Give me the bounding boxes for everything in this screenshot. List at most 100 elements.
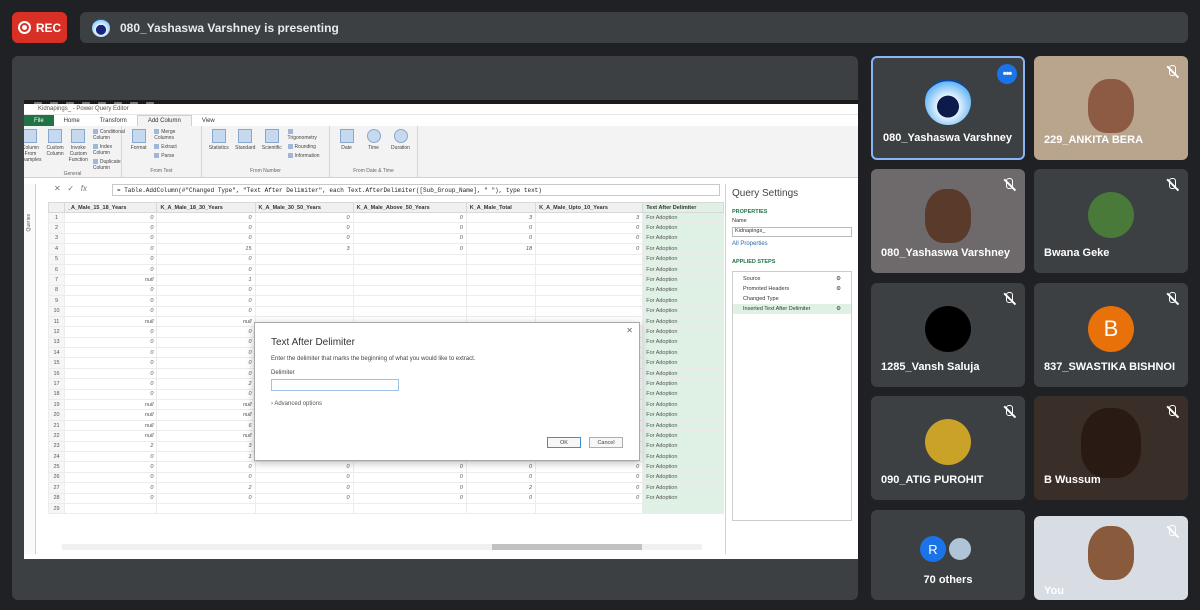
table-cell[interactable]: 0	[63, 347, 158, 359]
table-cell[interactable]: 0	[63, 378, 158, 390]
table-cell[interactable]: For Adoption	[642, 388, 724, 401]
table-cell[interactable]: 0	[156, 347, 256, 359]
table-cell[interactable]: 0	[156, 222, 256, 234]
step-item[interactable]: Changed Type	[733, 294, 851, 304]
row-number[interactable]: 9	[48, 295, 65, 307]
table-cell[interactable]	[465, 274, 537, 286]
table-row[interactable]: 10 0 0 For Adoption	[48, 305, 724, 317]
column-header[interactable]: K_A_Male_Total	[465, 202, 537, 213]
table-cell[interactable]	[465, 295, 537, 307]
table-row[interactable]: 7 null 1 For Adoption	[48, 274, 724, 286]
table-row[interactable]: 8 0 0 For Adoption	[48, 284, 724, 297]
row-number[interactable]: 21	[48, 419, 65, 432]
delimiter-input[interactable]	[271, 379, 399, 391]
table-cell[interactable]: 0	[156, 295, 256, 307]
table-cell[interactable]	[254, 502, 354, 515]
gear-icon[interactable]: ⚙	[836, 276, 841, 282]
table-cell[interactable]: 0	[535, 243, 644, 255]
table-cell[interactable]: 2	[465, 482, 537, 494]
column-header[interactable]: Text After Delimiter	[642, 202, 724, 213]
table-cell[interactable]: null	[156, 315, 256, 328]
check-icon[interactable]: ✓	[67, 184, 74, 193]
table-cell[interactable]: 0	[63, 222, 158, 234]
table-cell[interactable]: null	[156, 430, 256, 442]
advanced-options-toggle[interactable]: › Advanced options	[271, 401, 623, 407]
table-cell[interactable]: 0	[156, 336, 256, 349]
table-cell[interactable]: For Adoption	[642, 284, 724, 297]
table-cell[interactable]	[465, 263, 537, 276]
column-header[interactable]: _A_Male_15_18_Years	[63, 202, 158, 213]
table-row[interactable]: 4 0 15 3 0 18 0 For Adoption	[48, 243, 724, 255]
cancel-button[interactable]: Cancel	[589, 437, 623, 448]
table-cell[interactable]: 0	[352, 222, 467, 234]
table-cell[interactable]	[535, 305, 644, 317]
table-row[interactable]: 2 0 0 0 0 0 0 For Adoption	[48, 222, 724, 234]
table-cell[interactable]	[254, 274, 354, 286]
table-cell[interactable]: 3	[465, 211, 537, 224]
table-row[interactable]: 26 0 0 0 0 0 0 For Adoption	[48, 471, 724, 484]
table-row[interactable]: 28 0 0 0 0 0 0 For Adoption	[48, 492, 724, 504]
participant-tile[interactable]: B 837_SWASTIKA BISHNOI	[1034, 283, 1188, 387]
others-tile[interactable]: R 70 others	[871, 510, 1025, 600]
row-number[interactable]: 26	[48, 471, 65, 484]
table-cell[interactable]: For Adoption	[642, 274, 724, 286]
row-number-header[interactable]	[48, 202, 65, 213]
row-number[interactable]: 20	[48, 409, 65, 421]
participant-tile[interactable]: B Wussum	[1034, 396, 1188, 500]
table-cell[interactable]: 0	[254, 492, 354, 504]
table-cell[interactable]: For Adoption	[642, 461, 724, 473]
table-cell[interactable]	[254, 253, 354, 265]
table-cell[interactable]: 0	[156, 367, 256, 380]
table-cell[interactable]: null	[63, 399, 158, 411]
table-cell[interactable]	[352, 263, 467, 276]
table-cell[interactable]: 0	[63, 482, 158, 494]
custom-column-button[interactable]: Custom Column	[46, 129, 64, 157]
table-cell[interactable]: For Adoption	[642, 492, 724, 504]
table-cell[interactable]: For Adoption	[642, 315, 724, 328]
scientific-button[interactable]: Scientific	[261, 129, 283, 151]
conditional-column-button[interactable]: Conditional Column	[93, 129, 126, 141]
row-number[interactable]: 25	[48, 461, 65, 473]
participant-tile[interactable]: 229_ANKITA BERA	[1034, 56, 1188, 160]
table-cell[interactable]: 0	[352, 471, 467, 484]
table-cell[interactable]: 0	[156, 211, 256, 224]
table-cell[interactable]: 0	[156, 471, 256, 484]
scrollbar-thumb[interactable]	[492, 544, 642, 550]
table-cell[interactable]: For Adoption	[642, 409, 724, 421]
row-number[interactable]: 8	[48, 284, 65, 297]
table-cell[interactable]: 0	[535, 471, 644, 484]
table-cell[interactable]: null	[156, 409, 256, 421]
row-number[interactable]: 4	[48, 243, 65, 255]
row-number[interactable]: 5	[48, 253, 65, 265]
table-cell[interactable]	[352, 305, 467, 317]
table-cell[interactable]	[63, 502, 158, 515]
table-cell[interactable]: 0	[535, 222, 644, 234]
table-cell[interactable]: 0	[352, 461, 467, 473]
merge-columns-button[interactable]: Merge Columns	[154, 129, 195, 141]
table-cell[interactable]: For Adoption	[642, 430, 724, 442]
table-cell[interactable]: 0	[535, 461, 644, 473]
standard-button[interactable]: Standard	[235, 129, 257, 151]
column-header[interactable]: K_A_Male_30_50_Years	[254, 202, 354, 213]
close-icon[interactable]: ✕	[626, 326, 633, 335]
table-cell[interactable]: 3	[254, 243, 354, 255]
table-cell[interactable]: For Adoption	[642, 347, 724, 359]
table-cell[interactable]: 6	[156, 419, 256, 432]
row-number[interactable]: 23	[48, 440, 65, 453]
table-cell[interactable]: 0	[352, 482, 467, 494]
row-number[interactable]: 7	[48, 274, 65, 286]
table-cell[interactable]: For Adoption	[642, 232, 724, 245]
column-header[interactable]: K_A_Male_Upto_10_Years	[535, 202, 644, 213]
table-cell[interactable]: 2	[63, 440, 158, 453]
table-cell[interactable]	[465, 502, 537, 515]
row-number[interactable]: 17	[48, 378, 65, 390]
tab-home[interactable]: Home	[54, 115, 90, 126]
table-cell[interactable]: 0	[156, 357, 256, 369]
table-cell[interactable]: For Adoption	[642, 399, 724, 411]
table-cell[interactable]	[352, 295, 467, 307]
table-cell[interactable]: 0	[63, 326, 158, 338]
row-number[interactable]: 13	[48, 336, 65, 349]
table-cell[interactable]: For Adoption	[642, 243, 724, 255]
table-cell[interactable]: 0	[63, 367, 158, 380]
table-cell[interactable]: 15	[156, 243, 256, 255]
